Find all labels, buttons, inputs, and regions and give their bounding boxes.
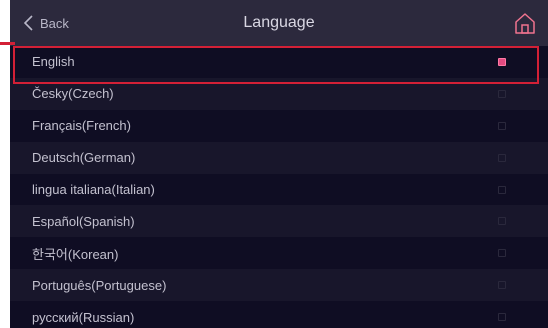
language-item-spanish[interactable]: Español(Spanish) xyxy=(10,205,548,238)
language-label: Česky(Czech) xyxy=(32,86,114,102)
checkbox[interactable] xyxy=(498,281,506,290)
language-label: 한국어(Korean) xyxy=(32,246,119,262)
back-button[interactable]: Back xyxy=(22,0,69,46)
checkbox[interactable] xyxy=(498,153,506,162)
language-label: Français(French) xyxy=(32,118,131,134)
language-item-french[interactable]: Français(French) xyxy=(10,110,548,142)
checkbox[interactable] xyxy=(498,185,506,194)
language-label: Deutsch(German) xyxy=(32,150,136,166)
language-item-english[interactable]: English xyxy=(10,46,548,78)
checkbox[interactable] xyxy=(498,57,506,66)
checkbox[interactable] xyxy=(498,313,506,322)
checkbox[interactable] xyxy=(498,249,506,258)
language-item-german[interactable]: Deutsch(German) xyxy=(10,141,548,174)
language-label: Português(Portuguese) xyxy=(32,277,167,293)
checkbox[interactable] xyxy=(498,217,506,226)
back-label: Back xyxy=(40,15,69,31)
header-bar: Back Language xyxy=(10,0,548,46)
language-list: English Česky(Czech) Français(French) De… xyxy=(10,46,548,328)
language-item-italian[interactable]: lingua italiana(Italian) xyxy=(10,174,548,206)
language-item-korean[interactable]: 한국어(Korean) xyxy=(10,237,548,269)
language-screen: Back Language English Česky(Czech) Franç… xyxy=(10,0,548,328)
language-item-portuguese[interactable]: Português(Portuguese) xyxy=(10,269,548,302)
home-icon[interactable] xyxy=(512,10,538,36)
language-item-russian[interactable]: русский(Russian) xyxy=(10,301,548,328)
page-title: Language xyxy=(243,14,315,31)
language-label: русский(Russian) xyxy=(32,309,135,325)
checkbox[interactable] xyxy=(498,121,506,130)
annotation-pointer-line xyxy=(0,42,15,45)
language-label: lingua italiana(Italian) xyxy=(32,182,155,197)
language-item-czech[interactable]: Česky(Czech) xyxy=(10,77,548,110)
language-label: English xyxy=(32,54,75,70)
checkbox[interactable] xyxy=(498,89,506,98)
chevron-left-icon xyxy=(23,15,33,31)
language-label: Español(Spanish) xyxy=(32,213,135,229)
